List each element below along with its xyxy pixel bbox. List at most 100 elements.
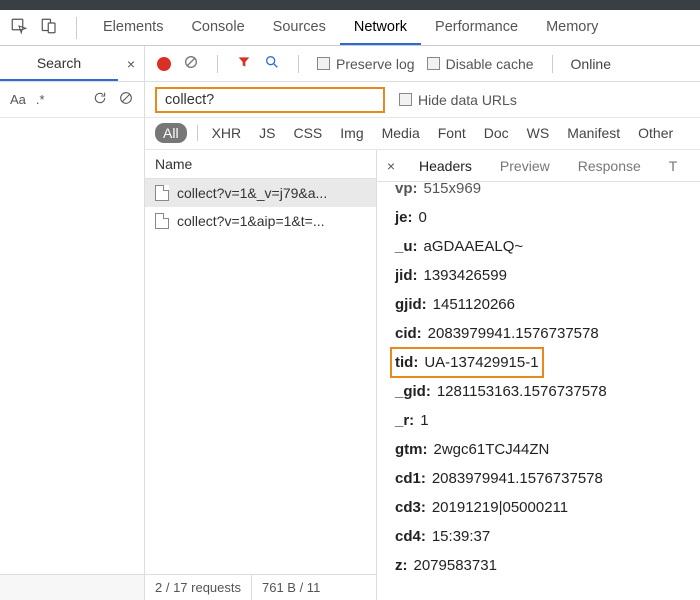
param-value: 2079583731 xyxy=(414,555,497,576)
search-panel-tab[interactable]: Search xyxy=(0,46,118,81)
request-list-status: 2 / 17 requests 761 B / 11 xyxy=(145,574,376,600)
param-key: _gid: xyxy=(395,381,431,402)
param-key: cd3: xyxy=(395,497,426,518)
chip-media[interactable]: Media xyxy=(378,123,424,143)
regex-toggle[interactable]: .* xyxy=(36,92,45,107)
param-key: gjid: xyxy=(395,294,427,315)
chip-font[interactable]: Font xyxy=(434,123,470,143)
tab-console[interactable]: Console xyxy=(177,11,258,45)
param-key: cd1: xyxy=(395,468,426,489)
clear-icon[interactable] xyxy=(183,54,199,73)
search-panel-close-icon[interactable]: × xyxy=(118,56,144,72)
param-key: je: xyxy=(395,207,413,228)
param-value: 1393426599 xyxy=(424,265,507,286)
preserve-log-label: Preserve log xyxy=(336,56,415,72)
record-icon[interactable] xyxy=(157,57,171,71)
param-key: _u: xyxy=(395,236,418,257)
query-param-row[interactable]: _u: aGDAAEALQ~ xyxy=(395,232,700,261)
param-key: vp: xyxy=(395,178,418,199)
divider xyxy=(217,55,218,73)
tab-performance[interactable]: Performance xyxy=(421,11,532,45)
request-list-header[interactable]: Name xyxy=(145,150,376,179)
divider xyxy=(76,17,77,39)
param-value: 1451120266 xyxy=(433,294,515,315)
query-param-row[interactable]: vp: 515x969 xyxy=(395,174,700,203)
devtools-main-tabs: Elements Console Sources Network Perform… xyxy=(0,10,700,46)
resource-type-filter: All XHR JS CSS Img Media Font Doc WS Man… xyxy=(145,118,700,150)
online-status[interactable]: Online xyxy=(571,56,611,72)
divider xyxy=(197,125,198,141)
param-key: cid: xyxy=(395,323,422,344)
query-param-row[interactable]: tid: UA-137429915-1 xyxy=(391,348,543,377)
window-titlebar xyxy=(0,0,700,10)
checkbox-icon xyxy=(399,93,412,106)
disable-cache-checkbox[interactable]: Disable cache xyxy=(427,56,534,72)
chip-doc[interactable]: Doc xyxy=(480,123,513,143)
param-value: 515x969 xyxy=(424,178,482,199)
query-param-row[interactable]: cd1: 2083979941.1576737578 xyxy=(395,464,700,493)
chip-css[interactable]: CSS xyxy=(289,123,326,143)
chip-img[interactable]: Img xyxy=(336,123,367,143)
search-icon[interactable] xyxy=(264,54,280,73)
param-value: 0 xyxy=(419,207,427,228)
hide-data-urls-label: Hide data URLs xyxy=(418,92,517,108)
chip-js[interactable]: JS xyxy=(255,123,279,143)
secondary-toolbar: Search × Preserve log Disable cache Onli… xyxy=(0,46,700,82)
divider xyxy=(298,55,299,73)
param-key: cd4: xyxy=(395,526,426,547)
query-param-row[interactable]: z:2079583731 xyxy=(395,551,700,580)
request-list: Name collect?v=1&_v=j79&a... collect?v=1… xyxy=(145,150,377,600)
param-value: 1281153163.1576737578 xyxy=(437,381,607,402)
request-detail: × Headers Preview Response T vp:515x969j… xyxy=(377,150,700,600)
query-param-row[interactable]: cd4: 15:39:37 xyxy=(395,522,700,551)
param-value: aGDAAEALQ~ xyxy=(424,236,524,257)
query-param-row[interactable]: je: 0 xyxy=(395,203,700,232)
chip-xhr[interactable]: XHR xyxy=(208,123,246,143)
param-value: UA-137429915-1 xyxy=(424,352,538,373)
query-param-row[interactable]: jid: 1393426599 xyxy=(395,261,700,290)
network-filter-input[interactable] xyxy=(155,87,385,113)
inspect-icon[interactable] xyxy=(10,17,28,38)
chip-ws[interactable]: WS xyxy=(523,123,554,143)
param-key: jid: xyxy=(395,265,418,286)
hide-data-urls-checkbox[interactable]: Hide data URLs xyxy=(399,92,517,108)
chip-all[interactable]: All xyxy=(155,123,187,143)
query-param-row[interactable]: _r: 1 xyxy=(395,406,700,435)
query-param-row[interactable]: cd3:20191219|05000211 xyxy=(395,493,700,522)
file-icon xyxy=(155,213,169,229)
query-param-row[interactable]: gjid: 1451120266 xyxy=(395,290,700,319)
search-sidebar: Aa .* xyxy=(0,82,145,600)
checkbox-icon xyxy=(317,57,330,70)
param-key: gtm: xyxy=(395,439,428,460)
query-param-row[interactable]: _gid: 1281153163.1576737578 xyxy=(395,377,700,406)
param-value: 2083979941.1576737578 xyxy=(428,323,599,344)
tab-network[interactable]: Network xyxy=(340,11,421,45)
query-param-row[interactable]: cid: 2083979941.1576737578 xyxy=(395,319,700,348)
chip-other[interactable]: Other xyxy=(634,123,677,143)
filter-icon[interactable] xyxy=(236,54,252,73)
query-params-list: vp: 515x969 je: 0_u: aGDAAEALQ~ jid: 139342659… xyxy=(377,172,700,588)
request-count: 2 / 17 requests xyxy=(145,580,251,595)
device-toggle-icon[interactable] xyxy=(40,17,58,38)
checkbox-icon xyxy=(427,57,440,70)
param-value: 2wgc61TCJ44ZN xyxy=(434,439,550,460)
param-value: 1 xyxy=(420,410,428,431)
request-row[interactable]: collect?v=1&_v=j79&a... xyxy=(145,179,376,207)
param-value: 15:39:37 xyxy=(432,526,490,547)
preserve-log-checkbox[interactable]: Preserve log xyxy=(317,56,415,72)
param-key: _r: xyxy=(395,410,414,431)
param-key: tid: xyxy=(395,352,418,373)
refresh-icon[interactable] xyxy=(92,90,108,109)
request-row[interactable]: collect?v=1&aip=1&t=... xyxy=(145,207,376,235)
divider xyxy=(552,55,553,73)
tab-sources[interactable]: Sources xyxy=(259,11,340,45)
file-icon xyxy=(155,185,169,201)
request-name: collect?v=1&aip=1&t=... xyxy=(177,213,325,229)
tab-elements[interactable]: Elements xyxy=(89,11,177,45)
chip-manifest[interactable]: Manifest xyxy=(563,123,624,143)
tab-memory[interactable]: Memory xyxy=(532,11,612,45)
match-case-toggle[interactable]: Aa xyxy=(10,92,26,107)
param-value: 2083979941.1576737578 xyxy=(432,468,603,489)
query-param-row[interactable]: gtm: 2wgc61TCJ44ZN xyxy=(395,435,700,464)
clear-search-icon[interactable] xyxy=(118,90,134,109)
